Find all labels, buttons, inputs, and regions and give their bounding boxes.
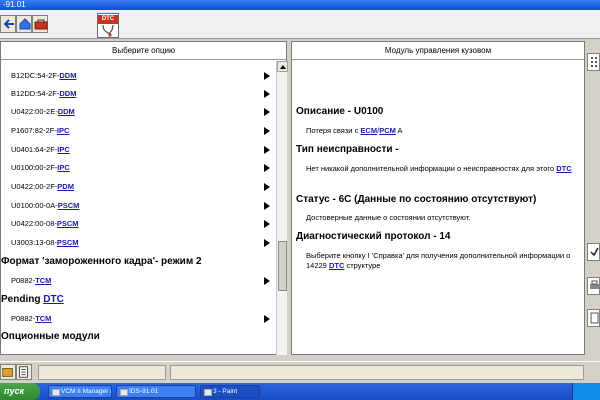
module-info-title: Модуль управления кузовом xyxy=(292,42,584,60)
play-arrow-icon[interactable] xyxy=(264,183,270,191)
dtc-label: DTC xyxy=(98,15,118,24)
description-heading: Описание - U0100 xyxy=(296,106,384,117)
list-item-label: U0100:00-0A-PSCM xyxy=(11,201,80,210)
play-arrow-icon[interactable] xyxy=(264,220,270,228)
options-list: B12DC:54-2F-DDM B12DD:54-2F-DDM U0422:00-2… xyxy=(1,61,275,355)
task-paint[interactable]: 3 - Paint xyxy=(200,385,260,398)
list-item-label: U0100:00-2F-IPC xyxy=(11,163,70,172)
list-item-label: U3003:13-08-PSCM xyxy=(11,238,79,247)
list-item-label: Опционные модули xyxy=(1,331,100,342)
module-link[interactable]: PSCM xyxy=(58,201,80,210)
back-arrow-icon xyxy=(3,19,14,29)
play-arrow-icon[interactable] xyxy=(264,239,270,247)
description-text: Потеря связи с ECM/PCM A xyxy=(306,126,403,135)
protocol-heading: Диагностический протокол - 14 xyxy=(296,231,451,242)
list-item-label: B12DC:54-2F-DDM xyxy=(11,71,77,80)
module-link[interactable]: PDM xyxy=(57,182,74,191)
home-button[interactable] xyxy=(16,15,32,33)
side-check-button[interactable] xyxy=(587,243,600,261)
options-panel: Выберите опцию B12DC:54-2F-DDM B12DD:54-2… xyxy=(0,41,288,355)
module-link[interactable]: PSCM xyxy=(57,238,79,247)
status-field-right xyxy=(170,365,584,380)
list-item-label: Pending DTC xyxy=(1,294,64,305)
status-field-left xyxy=(38,365,166,380)
options-scrollbar[interactable] xyxy=(276,61,288,355)
module-info-panel: Модуль управления кузовом Описание - U01… xyxy=(291,41,585,355)
module-link[interactable]: DDM xyxy=(59,71,76,80)
play-arrow-icon[interactable] xyxy=(264,72,270,80)
scroll-up-button[interactable] xyxy=(277,61,288,72)
module-link[interactable]: DDM xyxy=(59,89,76,98)
module-link[interactable]: TCM xyxy=(35,314,51,323)
list-item-label: B12DD:54-2F-DDM xyxy=(11,89,77,98)
system-tray xyxy=(572,383,600,400)
fault-type-heading: Тип неисправности - xyxy=(296,144,399,155)
back-button[interactable] xyxy=(0,15,16,33)
side-toolbar xyxy=(586,41,600,355)
dtc-tool-button[interactable]: DTC xyxy=(97,13,119,38)
status-notes-button[interactable] xyxy=(16,364,32,380)
dots-icon xyxy=(591,57,597,67)
module-link[interactable]: IPC xyxy=(57,126,70,135)
side-help-button[interactable] xyxy=(587,309,600,327)
scroll-thumb[interactable] xyxy=(278,241,287,291)
play-arrow-icon[interactable] xyxy=(264,202,270,210)
list-item-label: U0422:00-2E-DDM xyxy=(11,107,75,116)
stethoscope-icon xyxy=(102,24,114,37)
dtc-link[interactable]: DTC xyxy=(556,164,571,173)
list-item-label: U0422:00-2F-PDM xyxy=(11,182,74,191)
start-button[interactable]: пуск xyxy=(0,383,40,400)
protocol-text: Выберите кнопку I 'Справка' для получени… xyxy=(306,251,571,270)
status-heading: Статус - 6С (Данные по состоянию отсутст… xyxy=(296,194,537,205)
module-link[interactable]: IPC xyxy=(57,163,70,172)
task-vcm-manager[interactable]: VCM II Manager (Fo... xyxy=(48,385,112,398)
module-link[interactable]: DTC xyxy=(43,294,64,305)
play-arrow-icon[interactable] xyxy=(264,90,270,98)
notepad-icon xyxy=(19,366,28,378)
list-item-label: P0882-TCM xyxy=(11,276,52,285)
list-item-label: Формат 'замороженного кадра'- режим 2 xyxy=(1,256,202,267)
toolbox-icon xyxy=(2,368,13,377)
toolbox-button[interactable] xyxy=(32,15,48,33)
printer-icon xyxy=(590,280,599,289)
play-arrow-icon[interactable] xyxy=(264,164,270,172)
check-icon xyxy=(590,247,599,257)
list-item-label: P1607:82-2F-IPC xyxy=(11,126,70,135)
play-arrow-icon[interactable] xyxy=(264,277,270,285)
status-bar xyxy=(0,361,600,381)
side-tools-button[interactable] xyxy=(587,53,600,71)
play-arrow-icon[interactable] xyxy=(264,127,270,135)
play-arrow-icon[interactable] xyxy=(264,108,270,116)
ecm-link[interactable]: ECM xyxy=(360,126,377,135)
window-title-bar: -91.01 xyxy=(0,0,600,10)
side-print-button[interactable] xyxy=(587,277,600,295)
taskbar: пуск VCM II Manager (Fo... IDS-91.01 3 -… xyxy=(0,383,600,400)
list-item-label: P0882-TCM xyxy=(11,314,52,323)
protocol-dtc-link[interactable]: DTC xyxy=(329,261,344,270)
module-link[interactable]: DDM xyxy=(58,107,75,116)
list-item-label: U0401:64-2F-IPC xyxy=(11,145,70,154)
status-text: Достоверные данные о состоянии отсутству… xyxy=(306,213,471,222)
module-link[interactable]: IPC xyxy=(57,145,70,154)
window-title: -91.01 xyxy=(3,0,26,9)
fault-type-text: Нет никакой дополнительной информации о … xyxy=(306,164,572,173)
home-icon xyxy=(19,18,31,30)
pcm-link[interactable]: PCM xyxy=(379,126,396,135)
module-link[interactable]: TCM xyxy=(35,276,51,285)
list-item-label: U0422:00-08-PSCM xyxy=(11,219,79,228)
play-arrow-icon[interactable] xyxy=(264,315,270,323)
play-arrow-icon[interactable] xyxy=(264,146,270,154)
toolbox-icon xyxy=(34,19,48,30)
toolbar: DTC xyxy=(0,10,600,39)
status-tools-button[interactable] xyxy=(0,364,16,380)
options-panel-title: Выберите опцию xyxy=(1,42,286,60)
help-icon xyxy=(590,312,599,324)
task-ids[interactable]: IDS-91.01 xyxy=(116,385,196,398)
module-link[interactable]: PSCM xyxy=(57,219,79,228)
